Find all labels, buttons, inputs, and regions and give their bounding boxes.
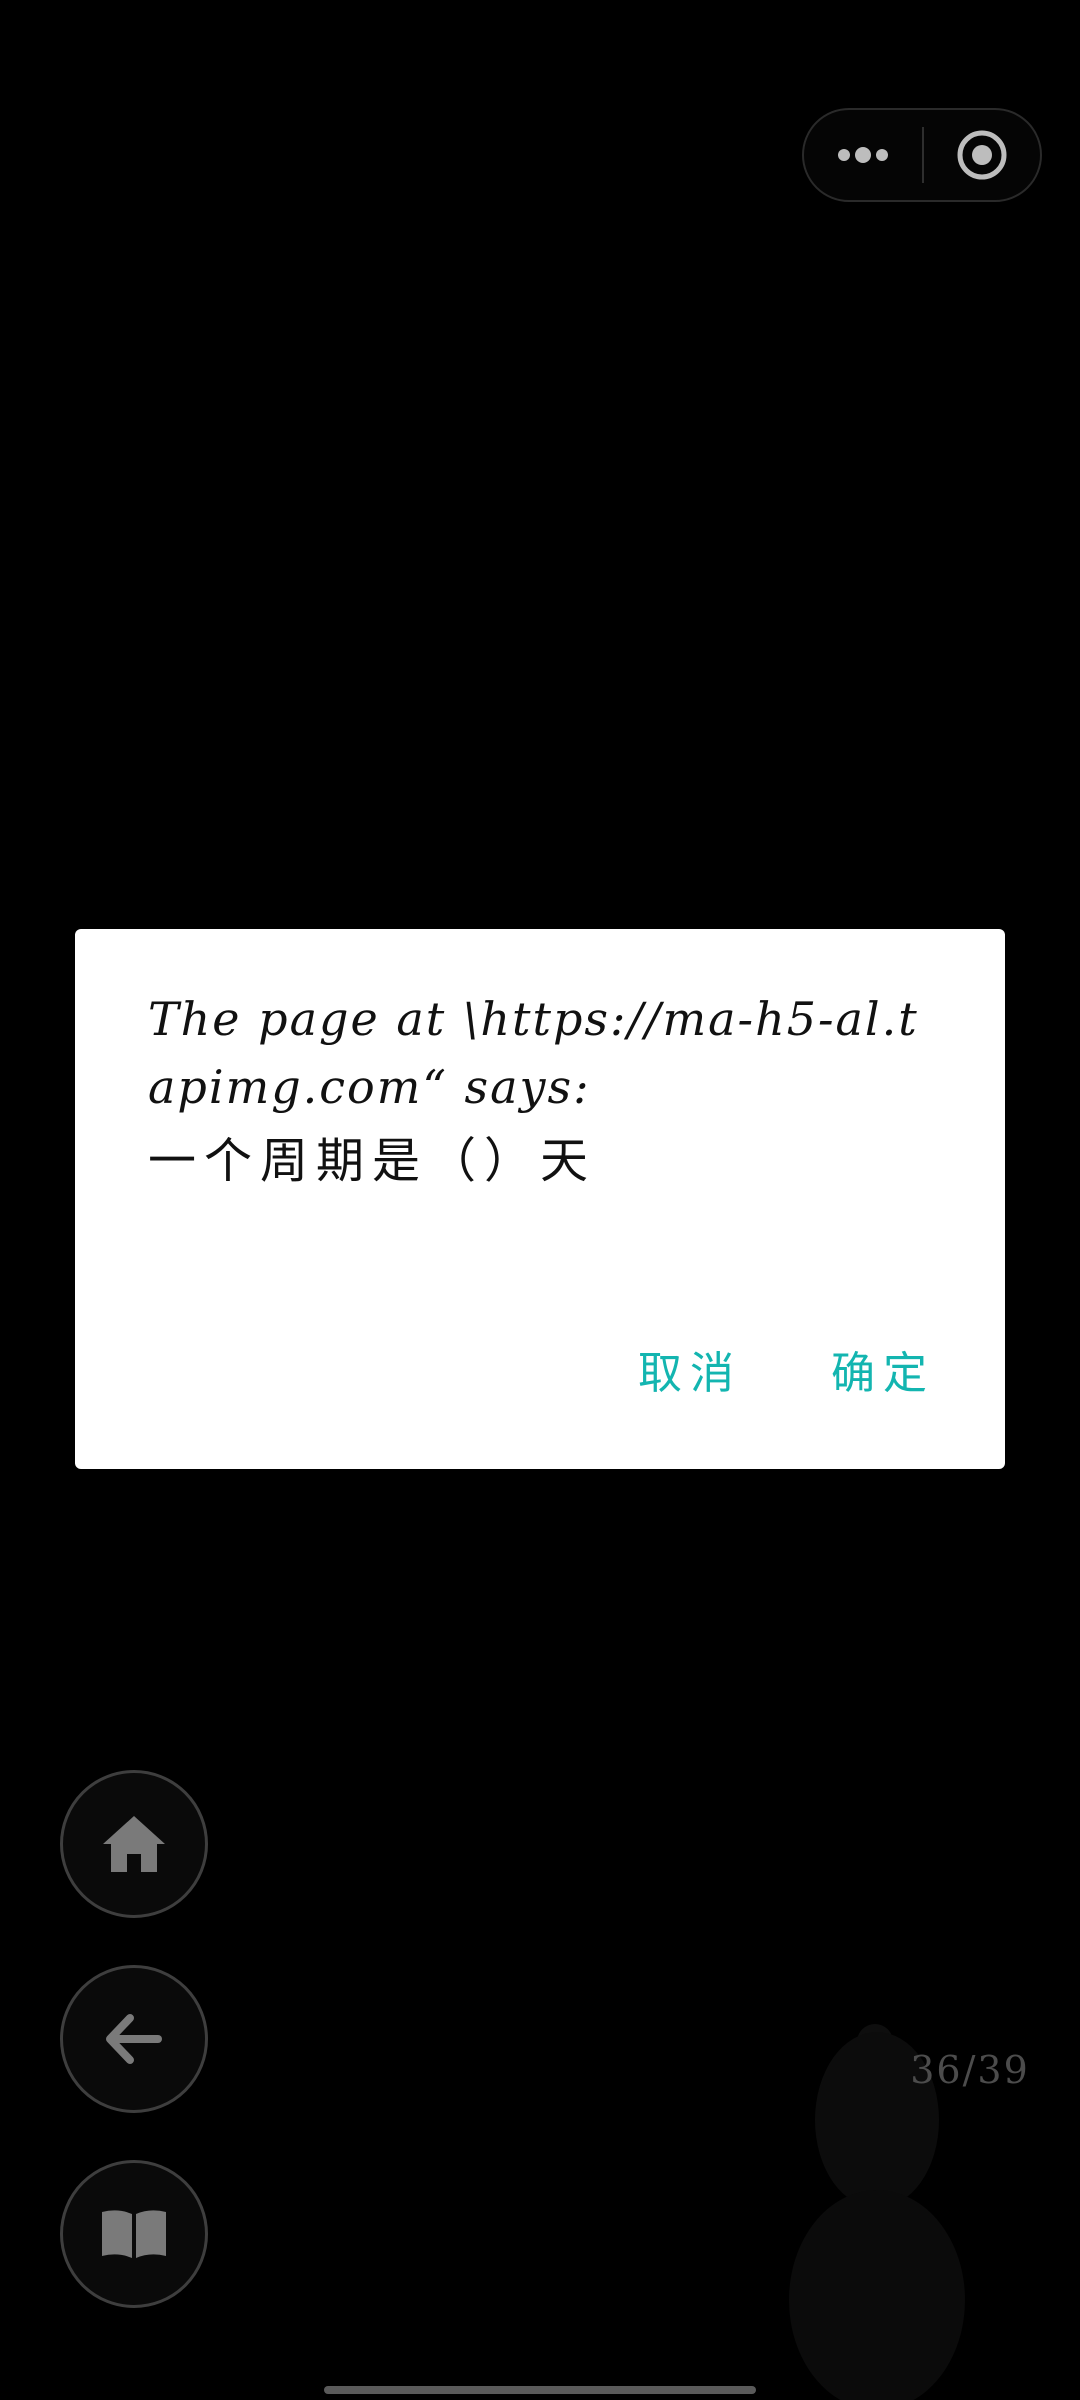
alert-dialog: The page at \https://ma-h5-al.tapimg.com…: [75, 929, 1005, 1469]
screen: 36/39 The page at \https://ma-h5-al.tapi…: [0, 0, 1080, 2400]
dialog-message: 一个周期是（）天: [148, 1133, 597, 1189]
mini-program-capsule: [802, 108, 1042, 202]
page-counter: 36/39: [910, 2048, 1030, 2092]
dialog-title: The page at \https://ma-h5-al.tapimg.com…: [148, 992, 919, 1114]
back-button[interactable]: [60, 1965, 208, 2113]
ok-button[interactable]: 确定: [823, 1339, 943, 1409]
catalog-button[interactable]: [60, 2160, 208, 2308]
target-circle-icon: [957, 130, 1007, 180]
more-dots-icon: [838, 147, 888, 163]
home-button[interactable]: [60, 1770, 208, 1918]
more-button[interactable]: [804, 110, 922, 200]
close-mini-program-button[interactable]: [924, 110, 1040, 200]
arrow-left-icon: [106, 2014, 162, 2064]
open-book-icon: [102, 2210, 166, 2258]
home-indicator[interactable]: [324, 2386, 756, 2394]
cancel-button[interactable]: 取消: [630, 1339, 750, 1409]
home-icon: [103, 1816, 165, 1872]
